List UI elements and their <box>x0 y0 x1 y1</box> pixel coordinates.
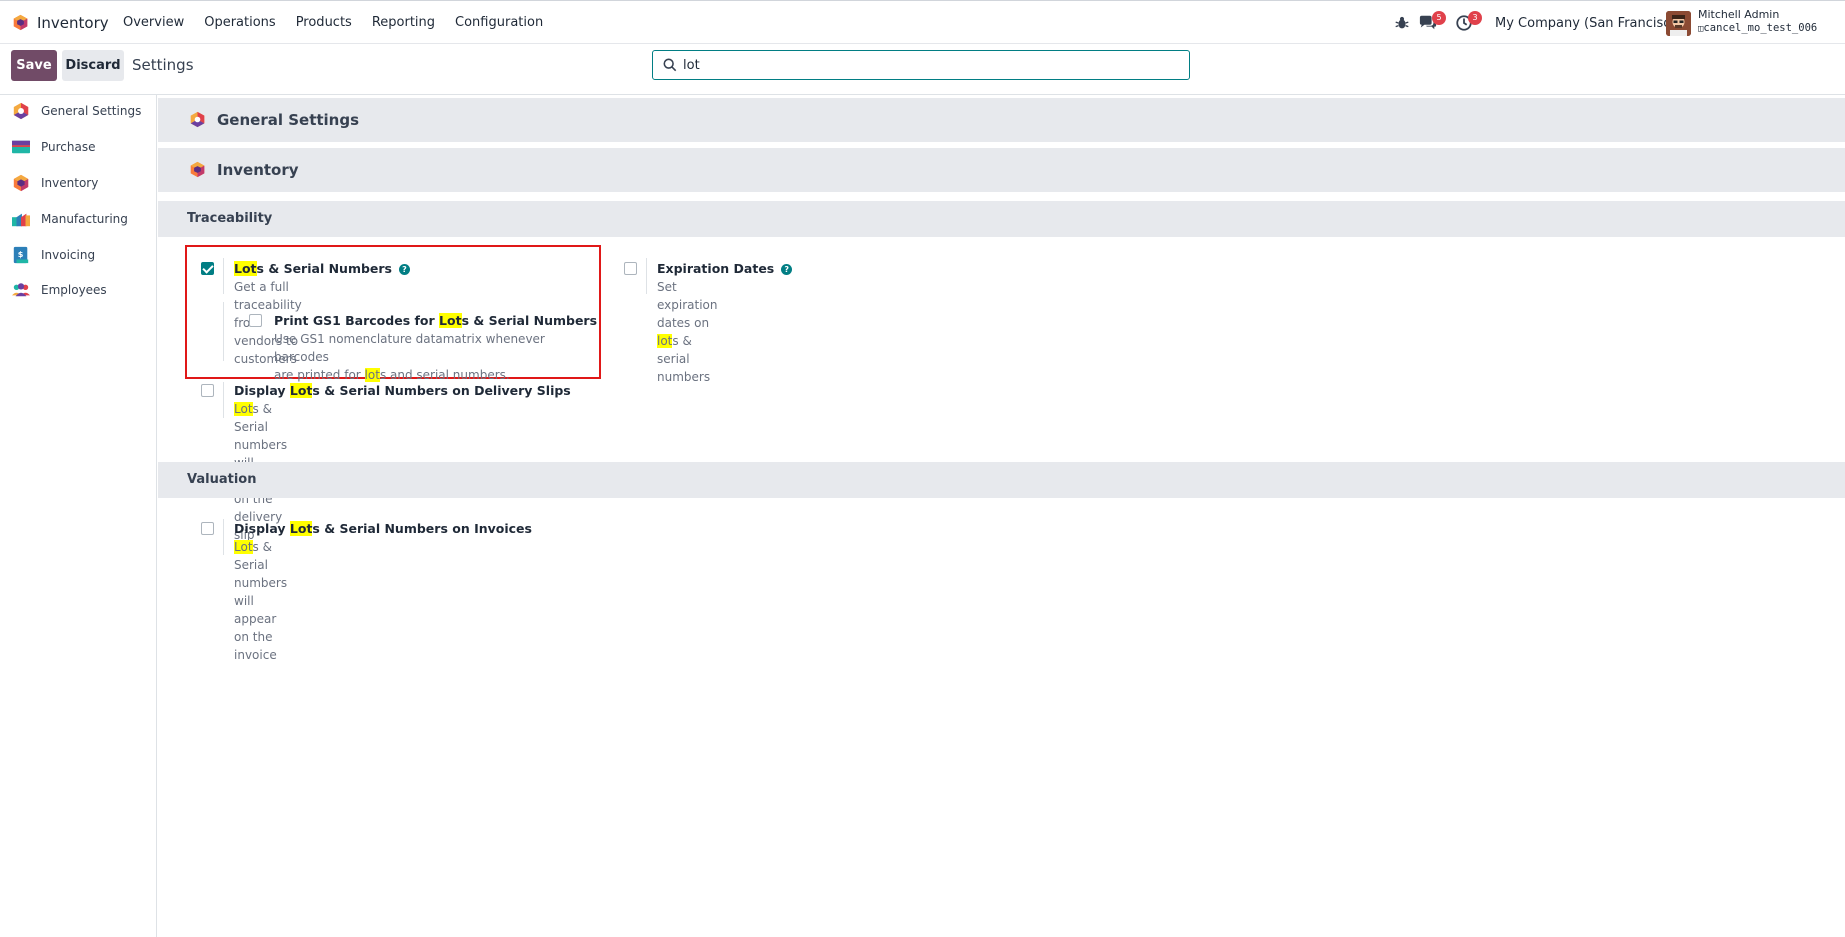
invoicing-icon: $ <box>13 246 29 264</box>
svg-text:$: $ <box>18 249 24 259</box>
sidebar-item-label: Manufacturing <box>41 212 128 226</box>
messages-badge: 5 <box>1432 11 1446 25</box>
sidebar-item-label: General Settings <box>41 104 142 118</box>
manufacturing-icon <box>12 213 30 227</box>
delivery-slips-checkbox[interactable] <box>201 384 214 397</box>
menu-products[interactable]: Products <box>296 15 352 30</box>
sidebar-item-invoicing[interactable]: $ Invoicing <box>0 240 156 270</box>
sidebar-item-label: Invoicing <box>41 248 96 262</box>
page-title: Settings <box>132 56 194 74</box>
control-panel: Save Discard Settings <box>0 45 1845 95</box>
employees-icon <box>12 283 30 297</box>
setting-divider <box>223 258 224 294</box>
invoices-lots-desc: Lots & Serial numbers will appear on the… <box>234 540 288 662</box>
sidebar-item-general-settings[interactable]: General Settings <box>0 96 156 126</box>
help-icon[interactable]: ? <box>399 264 410 275</box>
database-name: ◫cancel_mo_test_006 <box>1698 22 1818 34</box>
settings-content: General Settings Inventory Traceability … <box>158 95 1845 937</box>
delivery-slips-title: Display Lots & Serial Numbers on Deliver… <box>234 383 571 398</box>
sidebar-item-label: Purchase <box>41 140 96 154</box>
expiration-dates-checkbox[interactable] <box>624 262 637 275</box>
gs1-barcodes-checkbox[interactable] <box>249 314 262 327</box>
gs1-barcodes-desc: Use GS1 nomenclature datamatrix whenever… <box>274 332 545 382</box>
bug-icon[interactable] <box>1393 14 1411 32</box>
general-settings-icon <box>190 111 205 128</box>
help-icon[interactable]: ? <box>781 264 793 275</box>
menu-operations[interactable]: Operations <box>204 15 275 30</box>
menu-configuration[interactable]: Configuration <box>455 15 543 30</box>
inventory-icon <box>13 174 29 192</box>
gs1-barcodes-title: Print GS1 Barcodes for Lots & Serial Num… <box>274 313 598 328</box>
valuation-section-title: Valuation <box>158 462 1845 498</box>
sidebar-item-manufacturing[interactable]: Manufacturing <box>0 204 156 234</box>
invoices-lots-title: Display Lots & Serial Numbers on Invoice… <box>234 521 532 536</box>
search-input[interactable] <box>683 56 1173 74</box>
expiration-dates-desc: Set expiration dates on lots & serial nu… <box>657 280 718 384</box>
menu-overview[interactable]: Overview <box>123 15 184 30</box>
general-settings-title: General Settings <box>217 111 360 129</box>
menu-reporting[interactable]: Reporting <box>372 15 435 30</box>
lots-serial-numbers-title: Lots & Serial Numbers? <box>234 261 410 276</box>
sidebar-item-label: Inventory <box>41 176 99 190</box>
purchase-icon <box>12 140 30 154</box>
discard-button[interactable]: Discard <box>62 50 124 81</box>
app-name[interactable]: Inventory <box>37 14 109 32</box>
expiration-dates-title: Expiration Dates? <box>657 261 793 276</box>
general-settings-header: General Settings <box>158 98 1845 142</box>
sidebar-item-label: Employees <box>41 283 107 297</box>
settings-search[interactable] <box>652 50 1190 80</box>
settings-sidebar: General Settings Purchase Inventory Manu… <box>0 95 157 937</box>
traceability-section-title: Traceability <box>158 201 1845 237</box>
user-avatar[interactable] <box>1666 11 1691 36</box>
search-icon <box>663 58 677 72</box>
general-settings-icon <box>13 102 29 120</box>
sidebar-item-employees[interactable]: Employees <box>0 275 156 305</box>
setting-divider <box>223 382 224 418</box>
main-menu: Overview Operations Products Reporting C… <box>123 15 563 30</box>
setting-divider <box>223 302 224 361</box>
company-switcher[interactable]: My Company (San Francisco) <box>1495 16 1683 31</box>
activities-badge: 3 <box>1468 11 1482 25</box>
inventory-header: Inventory <box>158 148 1845 192</box>
save-button[interactable]: Save <box>11 50 57 81</box>
top-navbar: Inventory Overview Operations Products R… <box>0 0 1845 44</box>
user-name[interactable]: Mitchell Admin <box>1698 8 1779 21</box>
inventory-icon <box>190 161 205 178</box>
setting-divider <box>223 519 224 555</box>
invoices-lots-checkbox[interactable] <box>201 522 214 535</box>
sidebar-item-purchase[interactable]: Purchase <box>0 132 156 162</box>
lots-serial-numbers-checkbox[interactable] <box>201 262 214 275</box>
sidebar-item-inventory[interactable]: Inventory <box>0 168 156 198</box>
inventory-app-icon[interactable] <box>12 14 29 31</box>
setting-divider <box>646 258 647 294</box>
inventory-title: Inventory <box>217 161 299 179</box>
